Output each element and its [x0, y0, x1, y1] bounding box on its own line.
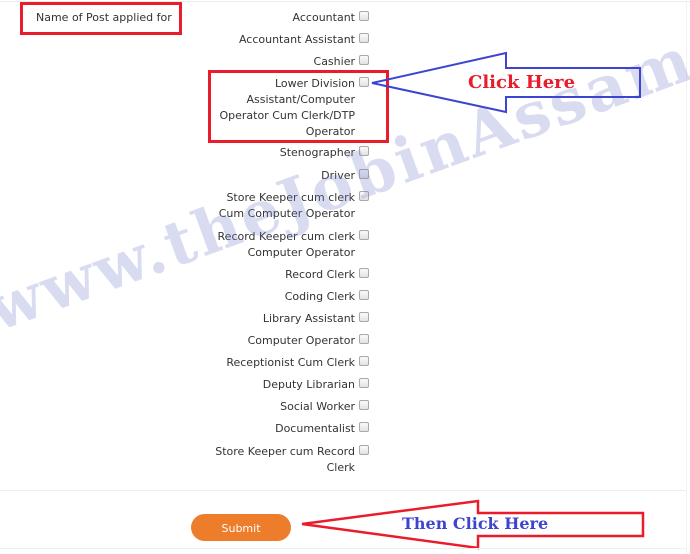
- option-label-line: Coding Clerk: [284, 290, 355, 303]
- option-label-line: Store Keeper cum clerk: [226, 191, 355, 204]
- then-click-here-text: Then Click Here: [402, 514, 549, 533]
- option-label[interactable]: Deputy Librarian: [263, 377, 355, 393]
- option-label-line: Clerk: [326, 461, 355, 474]
- form-divider: [0, 490, 686, 491]
- right-border: [686, 0, 687, 554]
- option-checkbox[interactable]: [359, 356, 369, 366]
- option-label[interactable]: Store Keeper cum Record Clerk: [215, 444, 355, 476]
- option-checkbox[interactable]: [359, 230, 369, 240]
- option-label[interactable]: Record Keeper cum clerk Computer Operator: [218, 229, 355, 261]
- option-checkbox[interactable]: [359, 312, 369, 322]
- option-checkbox[interactable]: [359, 378, 369, 388]
- option-checkbox[interactable]: [359, 445, 369, 455]
- click-here-text: Click Here: [468, 72, 576, 93]
- option-label[interactable]: Coding Clerk: [285, 289, 355, 305]
- option-label-line: Computer Operator: [247, 246, 355, 259]
- option-label[interactable]: Accountant: [293, 10, 355, 26]
- option-label[interactable]: Receptionist Cum Clerk: [226, 355, 355, 371]
- option-checkbox[interactable]: [359, 290, 369, 300]
- option-checkbox[interactable]: [359, 334, 369, 344]
- option-checkbox[interactable]: [359, 55, 369, 65]
- option-label-line: Record Clerk: [285, 268, 355, 281]
- option-label-line: Documentalist: [275, 422, 355, 435]
- option-label-line: Receptionist Cum Clerk: [226, 356, 355, 369]
- option-checkbox[interactable]: [359, 191, 369, 201]
- option-label-line: Cashier: [313, 55, 355, 68]
- option-checkbox[interactable]: [359, 146, 369, 156]
- option-label-line: Library Assistant: [262, 312, 355, 325]
- option-label-line: Stenographer: [279, 146, 355, 159]
- option-label-line: Accountant: [292, 11, 355, 24]
- option-checkbox[interactable]: [359, 169, 369, 179]
- option-label[interactable]: Library Assistant: [263, 311, 355, 327]
- option-label[interactable]: Driver: [321, 168, 355, 184]
- option-label-line: Social Worker: [280, 400, 355, 413]
- option-checkbox[interactable]: [359, 33, 369, 43]
- option-label-line: Record Keeper cum clerk: [217, 230, 355, 243]
- option-label-line: Driver: [321, 169, 355, 182]
- option-label-line: Cum Computer Operator: [218, 207, 355, 220]
- option-label[interactable]: Computer Operator: [248, 333, 355, 349]
- option-label[interactable]: Documentalist: [275, 421, 355, 437]
- option-label-line: Computer Operator: [247, 334, 355, 347]
- option-checkbox[interactable]: [359, 11, 369, 21]
- option-label[interactable]: Accountant Assistant: [239, 32, 355, 48]
- option-label[interactable]: Social Worker: [280, 399, 355, 415]
- option-label-line: Store Keeper cum Record: [215, 445, 355, 458]
- option-checkbox[interactable]: [359, 422, 369, 432]
- field-label: Name of Post applied for: [36, 11, 172, 24]
- option-label-line: Accountant Assistant: [238, 33, 355, 46]
- submit-button[interactable]: Submit: [191, 514, 291, 541]
- option-checkbox[interactable]: [359, 400, 369, 410]
- option-checkbox[interactable]: [359, 268, 369, 278]
- option-label[interactable]: Store Keeper cum clerk Cum Computer Opera…: [219, 190, 355, 222]
- option-highlight-box: [208, 70, 389, 143]
- option-label-line: Deputy Librarian: [262, 378, 355, 391]
- option-label[interactable]: Record Clerk: [285, 267, 355, 283]
- bottom-divider: [0, 548, 686, 549]
- option-label[interactable]: Cashier: [314, 54, 355, 70]
- option-label[interactable]: Stenographer: [280, 145, 355, 161]
